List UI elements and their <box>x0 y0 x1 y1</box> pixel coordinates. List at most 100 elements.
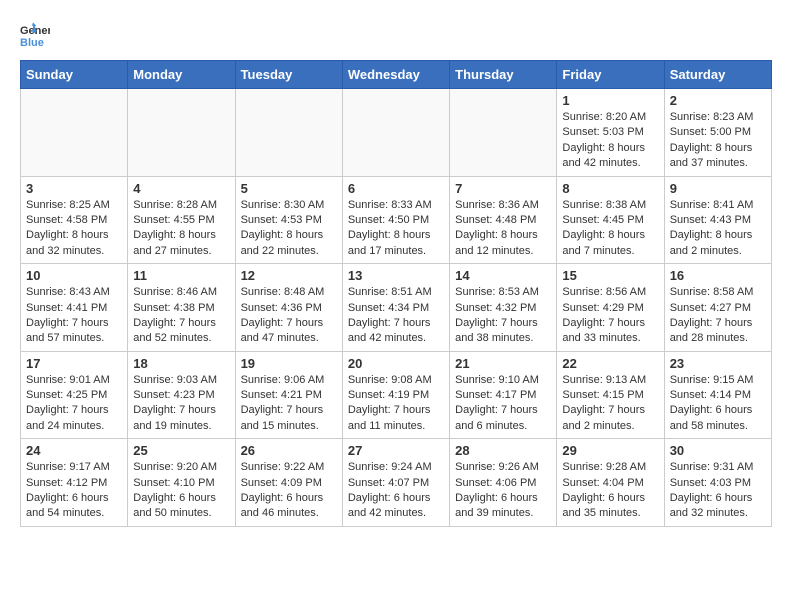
calendar-header-row: SundayMondayTuesdayWednesdayThursdayFrid… <box>21 61 772 89</box>
day-info: Sunrise: 9:22 AM Sunset: 4:09 PM Dayligh… <box>241 460 337 522</box>
calendar-cell: 26 Sunrise: 9:22 AM Sunset: 4:09 PM Dayli… <box>235 439 342 527</box>
header: General Blue <box>20 20 772 50</box>
day-info: Sunrise: 9:28 AM Sunset: 4:04 PM Dayligh… <box>562 460 658 522</box>
day-number: 4 <box>133 181 229 196</box>
calendar-cell: 6 Sunrise: 8:33 AM Sunset: 4:50 PM Daylig… <box>342 176 449 264</box>
day-info: Sunrise: 8:25 AM Sunset: 4:58 PM Dayligh… <box>26 198 122 260</box>
calendar-cell: 18Sunrise: 9:03 AM Sunset: 4:23 PM Dayli… <box>128 351 235 439</box>
day-number: 14 <box>455 268 551 283</box>
calendar-cell: 22 Sunrise: 9:13 AM Sunset: 4:15 PM Dayli… <box>557 351 664 439</box>
calendar-cell: 20 Sunrise: 9:08 AM Sunset: 4:19 PM Dayli… <box>342 351 449 439</box>
day-number: 2 <box>670 93 766 108</box>
calendar-cell: 14 Sunrise: 8:53 AM Sunset: 4:32 PM Dayli… <box>450 264 557 352</box>
day-number: 27 <box>348 443 444 458</box>
logo-icon: General Blue <box>20 20 50 50</box>
day-info: Sunrise: 9:08 AM Sunset: 4:19 PM Dayligh… <box>348 373 444 435</box>
day-number: 30 <box>670 443 766 458</box>
calendar-cell <box>342 89 449 177</box>
weekday-header: Thursday <box>450 61 557 89</box>
day-number: 28 <box>455 443 551 458</box>
calendar-week-row: 24Sunrise: 9:17 AM Sunset: 4:12 PM Dayli… <box>21 439 772 527</box>
day-info: Sunrise: 8:20 AM Sunset: 5:03 PM Dayligh… <box>562 110 658 172</box>
calendar-cell: 24Sunrise: 9:17 AM Sunset: 4:12 PM Dayli… <box>21 439 128 527</box>
calendar-cell: 12 Sunrise: 8:48 AM Sunset: 4:36 PM Dayli… <box>235 264 342 352</box>
day-info: Sunrise: 9:10 AM Sunset: 4:17 PM Dayligh… <box>455 373 551 435</box>
day-number: 21 <box>455 356 551 371</box>
day-info: Sunrise: 8:51 AM Sunset: 4:34 PM Dayligh… <box>348 285 444 347</box>
weekday-header: Monday <box>128 61 235 89</box>
day-info: Sunrise: 8:46 AM Sunset: 4:38 PM Dayligh… <box>133 285 229 347</box>
day-info: Sunrise: 9:06 AM Sunset: 4:21 PM Dayligh… <box>241 373 337 435</box>
day-number: 26 <box>241 443 337 458</box>
calendar-week-row: 1 Sunrise: 8:20 AM Sunset: 5:03 PM Daylig… <box>21 89 772 177</box>
day-info: Sunrise: 8:38 AM Sunset: 4:45 PM Dayligh… <box>562 198 658 260</box>
day-number: 5 <box>241 181 337 196</box>
day-info: Sunrise: 9:26 AM Sunset: 4:06 PM Dayligh… <box>455 460 551 522</box>
calendar: SundayMondayTuesdayWednesdayThursdayFrid… <box>20 60 772 527</box>
day-number: 1 <box>562 93 658 108</box>
day-info: Sunrise: 9:20 AM Sunset: 4:10 PM Dayligh… <box>133 460 229 522</box>
calendar-cell <box>21 89 128 177</box>
day-info: Sunrise: 9:03 AM Sunset: 4:23 PM Dayligh… <box>133 373 229 435</box>
calendar-cell: 11 Sunrise: 8:46 AM Sunset: 4:38 PM Dayli… <box>128 264 235 352</box>
calendar-cell: 10 Sunrise: 8:43 AM Sunset: 4:41 PM Dayli… <box>21 264 128 352</box>
day-number: 3 <box>26 181 122 196</box>
calendar-cell: 3 Sunrise: 8:25 AM Sunset: 4:58 PM Daylig… <box>21 176 128 264</box>
calendar-cell: 13 Sunrise: 8:51 AM Sunset: 4:34 PM Dayli… <box>342 264 449 352</box>
weekday-header: Sunday <box>21 61 128 89</box>
day-number: 17 <box>26 356 122 371</box>
day-number: 7 <box>455 181 551 196</box>
weekday-header: Tuesday <box>235 61 342 89</box>
day-info: Sunrise: 8:28 AM Sunset: 4:55 PM Dayligh… <box>133 198 229 260</box>
day-info: Sunrise: 8:23 AM Sunset: 5:00 PM Dayligh… <box>670 110 766 172</box>
calendar-cell: 29 Sunrise: 9:28 AM Sunset: 4:04 PM Dayli… <box>557 439 664 527</box>
calendar-cell: 23 Sunrise: 9:15 AM Sunset: 4:14 PM Dayli… <box>664 351 771 439</box>
day-number: 11 <box>133 268 229 283</box>
calendar-cell: 19Sunrise: 9:06 AM Sunset: 4:21 PM Dayli… <box>235 351 342 439</box>
day-info: Sunrise: 8:58 AM Sunset: 4:27 PM Dayligh… <box>670 285 766 347</box>
day-info: Sunrise: 8:33 AM Sunset: 4:50 PM Dayligh… <box>348 198 444 260</box>
calendar-cell: 9Sunrise: 8:41 AM Sunset: 4:43 PM Daylig… <box>664 176 771 264</box>
weekday-header: Friday <box>557 61 664 89</box>
calendar-cell <box>128 89 235 177</box>
day-number: 12 <box>241 268 337 283</box>
day-info: Sunrise: 8:41 AM Sunset: 4:43 PM Dayligh… <box>670 198 766 260</box>
day-number: 20 <box>348 356 444 371</box>
day-number: 13 <box>348 268 444 283</box>
calendar-cell: 1 Sunrise: 8:20 AM Sunset: 5:03 PM Daylig… <box>557 89 664 177</box>
day-number: 24 <box>26 443 122 458</box>
day-info: Sunrise: 9:13 AM Sunset: 4:15 PM Dayligh… <box>562 373 658 435</box>
day-number: 6 <box>348 181 444 196</box>
calendar-cell: 17 Sunrise: 9:01 AM Sunset: 4:25 PM Dayli… <box>21 351 128 439</box>
day-info: Sunrise: 9:31 AM Sunset: 4:03 PM Dayligh… <box>670 460 766 522</box>
day-number: 10 <box>26 268 122 283</box>
day-number: 23 <box>670 356 766 371</box>
calendar-cell: 30 Sunrise: 9:31 AM Sunset: 4:03 PM Dayli… <box>664 439 771 527</box>
day-info: Sunrise: 8:43 AM Sunset: 4:41 PM Dayligh… <box>26 285 122 347</box>
calendar-week-row: 10 Sunrise: 8:43 AM Sunset: 4:41 PM Dayli… <box>21 264 772 352</box>
day-info: Sunrise: 9:24 AM Sunset: 4:07 PM Dayligh… <box>348 460 444 522</box>
day-info: Sunrise: 8:30 AM Sunset: 4:53 PM Dayligh… <box>241 198 337 260</box>
calendar-cell: 28 Sunrise: 9:26 AM Sunset: 4:06 PM Dayli… <box>450 439 557 527</box>
calendar-cell: 8Sunrise: 8:38 AM Sunset: 4:45 PM Daylig… <box>557 176 664 264</box>
day-number: 29 <box>562 443 658 458</box>
calendar-cell: 5 Sunrise: 8:30 AM Sunset: 4:53 PM Daylig… <box>235 176 342 264</box>
calendar-cell: 27 Sunrise: 9:24 AM Sunset: 4:07 PM Dayli… <box>342 439 449 527</box>
calendar-cell: 21 Sunrise: 9:10 AM Sunset: 4:17 PM Dayli… <box>450 351 557 439</box>
calendar-cell <box>235 89 342 177</box>
day-number: 16 <box>670 268 766 283</box>
weekday-header: Wednesday <box>342 61 449 89</box>
calendar-cell: 7 Sunrise: 8:36 AM Sunset: 4:48 PM Daylig… <box>450 176 557 264</box>
calendar-week-row: 17 Sunrise: 9:01 AM Sunset: 4:25 PM Dayli… <box>21 351 772 439</box>
calendar-week-row: 3 Sunrise: 8:25 AM Sunset: 4:58 PM Daylig… <box>21 176 772 264</box>
day-info: Sunrise: 8:48 AM Sunset: 4:36 PM Dayligh… <box>241 285 337 347</box>
day-info: Sunrise: 9:15 AM Sunset: 4:14 PM Dayligh… <box>670 373 766 435</box>
day-number: 22 <box>562 356 658 371</box>
logo: General Blue <box>20 20 54 50</box>
day-info: Sunrise: 9:01 AM Sunset: 4:25 PM Dayligh… <box>26 373 122 435</box>
day-info: Sunrise: 8:53 AM Sunset: 4:32 PM Dayligh… <box>455 285 551 347</box>
day-number: 25 <box>133 443 229 458</box>
day-info: Sunrise: 8:36 AM Sunset: 4:48 PM Dayligh… <box>455 198 551 260</box>
day-info: Sunrise: 8:56 AM Sunset: 4:29 PM Dayligh… <box>562 285 658 347</box>
calendar-cell <box>450 89 557 177</box>
